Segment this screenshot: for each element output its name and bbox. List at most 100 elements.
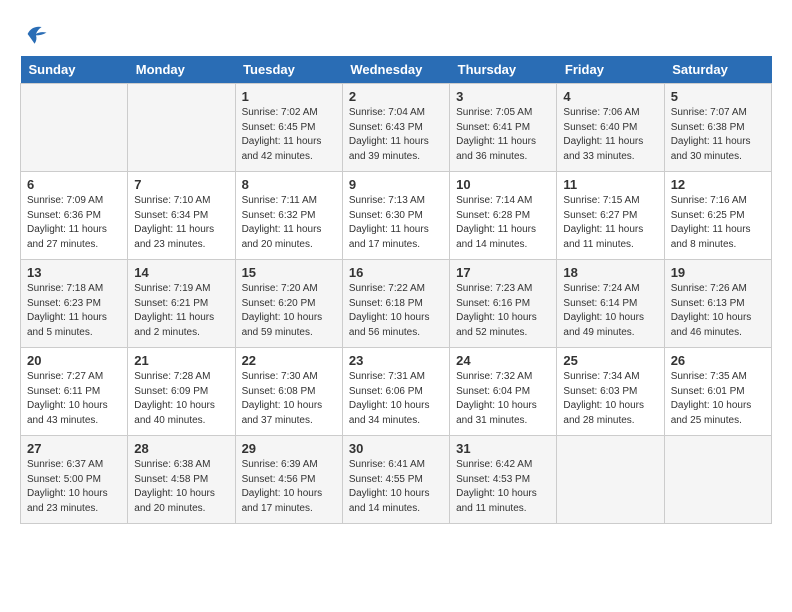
day-number: 7 bbox=[134, 177, 228, 192]
calendar-week-row: 1 Sunrise: 7:02 AM Sunset: 6:45 PM Daylig… bbox=[21, 84, 772, 172]
day-info: Sunrise: 6:38 AM Sunset: 4:58 PM Dayligh… bbox=[134, 458, 228, 516]
day-info: Sunrise: 7:31 AM Sunset: 6:06 PM Dayligh… bbox=[349, 370, 443, 428]
day-info: Sunrise: 7:19 AM Sunset: 6:21 PM Dayligh… bbox=[134, 282, 228, 340]
day-number: 19 bbox=[671, 265, 765, 280]
weekday-header-monday: Monday bbox=[128, 56, 235, 84]
calendar-cell bbox=[128, 84, 235, 172]
calendar-cell: 31 Sunrise: 6:42 AM Sunset: 4:53 PM Dayli… bbox=[450, 436, 557, 524]
day-number: 9 bbox=[349, 177, 443, 192]
day-info: Sunrise: 7:05 AM Sunset: 6:41 PM Dayligh… bbox=[456, 106, 550, 164]
calendar-cell: 17 Sunrise: 7:23 AM Sunset: 6:16 PM Dayli… bbox=[450, 260, 557, 348]
day-number: 5 bbox=[671, 89, 765, 104]
calendar-cell bbox=[664, 436, 771, 524]
page-header bbox=[20, 20, 772, 40]
logo-bird-icon bbox=[22, 20, 50, 48]
day-number: 3 bbox=[456, 89, 550, 104]
logo bbox=[20, 20, 50, 40]
day-number: 13 bbox=[27, 265, 121, 280]
day-number: 27 bbox=[27, 441, 121, 456]
day-number: 22 bbox=[242, 353, 336, 368]
calendar-cell: 12 Sunrise: 7:16 AM Sunset: 6:25 PM Dayli… bbox=[664, 172, 771, 260]
calendar-cell: 5 Sunrise: 7:07 AM Sunset: 6:38 PM Daylig… bbox=[664, 84, 771, 172]
calendar-cell: 8 Sunrise: 7:11 AM Sunset: 6:32 PM Daylig… bbox=[235, 172, 342, 260]
day-info: Sunrise: 7:18 AM Sunset: 6:23 PM Dayligh… bbox=[27, 282, 121, 340]
day-number: 4 bbox=[563, 89, 657, 104]
calendar-cell: 16Sunrise: 7:22 AM Sunset: 6:18 PM Dayli… bbox=[342, 260, 449, 348]
calendar-cell: 11Sunrise: 7:15 AM Sunset: 6:27 PM Dayli… bbox=[557, 172, 664, 260]
day-info: Sunrise: 7:06 AM Sunset: 6:40 PM Dayligh… bbox=[563, 106, 657, 164]
day-info: Sunrise: 7:11 AM Sunset: 6:32 PM Dayligh… bbox=[242, 194, 336, 252]
day-number: 6 bbox=[27, 177, 121, 192]
weekday-header-saturday: Saturday bbox=[664, 56, 771, 84]
day-info: Sunrise: 7:16 AM Sunset: 6:25 PM Dayligh… bbox=[671, 194, 765, 252]
weekday-header-sunday: Sunday bbox=[21, 56, 128, 84]
calendar-cell: 22 Sunrise: 7:30 AM Sunset: 6:08 PM Dayli… bbox=[235, 348, 342, 436]
calendar-cell: 1 Sunrise: 7:02 AM Sunset: 6:45 PM Daylig… bbox=[235, 84, 342, 172]
day-info: Sunrise: 7:10 AM Sunset: 6:34 PM Dayligh… bbox=[134, 194, 228, 252]
day-info: Sunrise: 7:28 AM Sunset: 6:09 PM Dayligh… bbox=[134, 370, 228, 428]
weekday-header-wednesday: Wednesday bbox=[342, 56, 449, 84]
day-number: 12 bbox=[671, 177, 765, 192]
weekday-header-row: SundayMondayTuesdayWednesdayThursdayFrid… bbox=[21, 56, 772, 84]
day-info: Sunrise: 7:26 AM Sunset: 6:13 PM Dayligh… bbox=[671, 282, 765, 340]
day-number: 23 bbox=[349, 353, 443, 368]
calendar-cell: 10 Sunrise: 7:14 AM Sunset: 6:28 PM Dayli… bbox=[450, 172, 557, 260]
weekday-header-thursday: Thursday bbox=[450, 56, 557, 84]
day-info: Sunrise: 7:30 AM Sunset: 6:08 PM Dayligh… bbox=[242, 370, 336, 428]
calendar-week-row: 13 Sunrise: 7:18 AM Sunset: 6:23 PM Dayli… bbox=[21, 260, 772, 348]
day-info: Sunrise: 7:35 AM Sunset: 6:01 PM Dayligh… bbox=[671, 370, 765, 428]
calendar-cell bbox=[21, 84, 128, 172]
day-info: Sunrise: 7:04 AM Sunset: 6:43 PM Dayligh… bbox=[349, 106, 443, 164]
calendar-cell: 21Sunrise: 7:28 AM Sunset: 6:09 PM Dayli… bbox=[128, 348, 235, 436]
calendar-cell: 29Sunrise: 6:39 AM Sunset: 4:56 PM Dayli… bbox=[235, 436, 342, 524]
calendar-cell: 24 Sunrise: 7:32 AM Sunset: 6:04 PM Dayli… bbox=[450, 348, 557, 436]
calendar-cell: 30 Sunrise: 6:41 AM Sunset: 4:55 PM Dayli… bbox=[342, 436, 449, 524]
calendar-cell: 14 Sunrise: 7:19 AM Sunset: 6:21 PM Dayli… bbox=[128, 260, 235, 348]
calendar-cell: 6Sunrise: 7:09 AM Sunset: 6:36 PM Daylig… bbox=[21, 172, 128, 260]
calendar-cell: 19 Sunrise: 7:26 AM Sunset: 6:13 PM Dayli… bbox=[664, 260, 771, 348]
day-number: 11 bbox=[563, 177, 657, 192]
day-number: 8 bbox=[242, 177, 336, 192]
day-number: 24 bbox=[456, 353, 550, 368]
day-number: 1 bbox=[242, 89, 336, 104]
day-info: Sunrise: 7:23 AM Sunset: 6:16 PM Dayligh… bbox=[456, 282, 550, 340]
day-number: 10 bbox=[456, 177, 550, 192]
day-number: 25 bbox=[563, 353, 657, 368]
day-number: 31 bbox=[456, 441, 550, 456]
weekday-header-friday: Friday bbox=[557, 56, 664, 84]
day-number: 20 bbox=[27, 353, 121, 368]
calendar-week-row: 6Sunrise: 7:09 AM Sunset: 6:36 PM Daylig… bbox=[21, 172, 772, 260]
day-number: 29 bbox=[242, 441, 336, 456]
day-info: Sunrise: 6:41 AM Sunset: 4:55 PM Dayligh… bbox=[349, 458, 443, 516]
calendar-cell: 20 Sunrise: 7:27 AM Sunset: 6:11 PM Dayli… bbox=[21, 348, 128, 436]
calendar-week-row: 20 Sunrise: 7:27 AM Sunset: 6:11 PM Dayli… bbox=[21, 348, 772, 436]
calendar-cell: 3 Sunrise: 7:05 AM Sunset: 6:41 PM Daylig… bbox=[450, 84, 557, 172]
calendar-cell: 2 Sunrise: 7:04 AM Sunset: 6:43 PM Daylig… bbox=[342, 84, 449, 172]
day-number: 18 bbox=[563, 265, 657, 280]
day-number: 2 bbox=[349, 89, 443, 104]
calendar-cell: 7 Sunrise: 7:10 AM Sunset: 6:34 PM Daylig… bbox=[128, 172, 235, 260]
day-info: Sunrise: 7:32 AM Sunset: 6:04 PM Dayligh… bbox=[456, 370, 550, 428]
day-info: Sunrise: 7:02 AM Sunset: 6:45 PM Dayligh… bbox=[242, 106, 336, 164]
calendar-cell: 9 Sunrise: 7:13 AM Sunset: 6:30 PM Daylig… bbox=[342, 172, 449, 260]
day-number: 16 bbox=[349, 265, 443, 280]
day-number: 28 bbox=[134, 441, 228, 456]
calendar-cell: 26Sunrise: 7:35 AM Sunset: 6:01 PM Dayli… bbox=[664, 348, 771, 436]
day-info: Sunrise: 7:13 AM Sunset: 6:30 PM Dayligh… bbox=[349, 194, 443, 252]
calendar-cell: 15Sunrise: 7:20 AM Sunset: 6:20 PM Dayli… bbox=[235, 260, 342, 348]
weekday-header-tuesday: Tuesday bbox=[235, 56, 342, 84]
calendar-cell bbox=[557, 436, 664, 524]
calendar-header: SundayMondayTuesdayWednesdayThursdayFrid… bbox=[21, 56, 772, 84]
day-number: 14 bbox=[134, 265, 228, 280]
day-info: Sunrise: 7:24 AM Sunset: 6:14 PM Dayligh… bbox=[563, 282, 657, 340]
calendar-table: SundayMondayTuesdayWednesdayThursdayFrid… bbox=[20, 56, 772, 524]
day-info: Sunrise: 7:27 AM Sunset: 6:11 PM Dayligh… bbox=[27, 370, 121, 428]
day-info: Sunrise: 6:42 AM Sunset: 4:53 PM Dayligh… bbox=[456, 458, 550, 516]
day-number: 15 bbox=[242, 265, 336, 280]
calendar-cell: 25Sunrise: 7:34 AM Sunset: 6:03 PM Dayli… bbox=[557, 348, 664, 436]
calendar-cell: 13 Sunrise: 7:18 AM Sunset: 6:23 PM Dayli… bbox=[21, 260, 128, 348]
day-info: Sunrise: 7:14 AM Sunset: 6:28 PM Dayligh… bbox=[456, 194, 550, 252]
day-info: Sunrise: 7:07 AM Sunset: 6:38 PM Dayligh… bbox=[671, 106, 765, 164]
day-number: 30 bbox=[349, 441, 443, 456]
day-number: 17 bbox=[456, 265, 550, 280]
